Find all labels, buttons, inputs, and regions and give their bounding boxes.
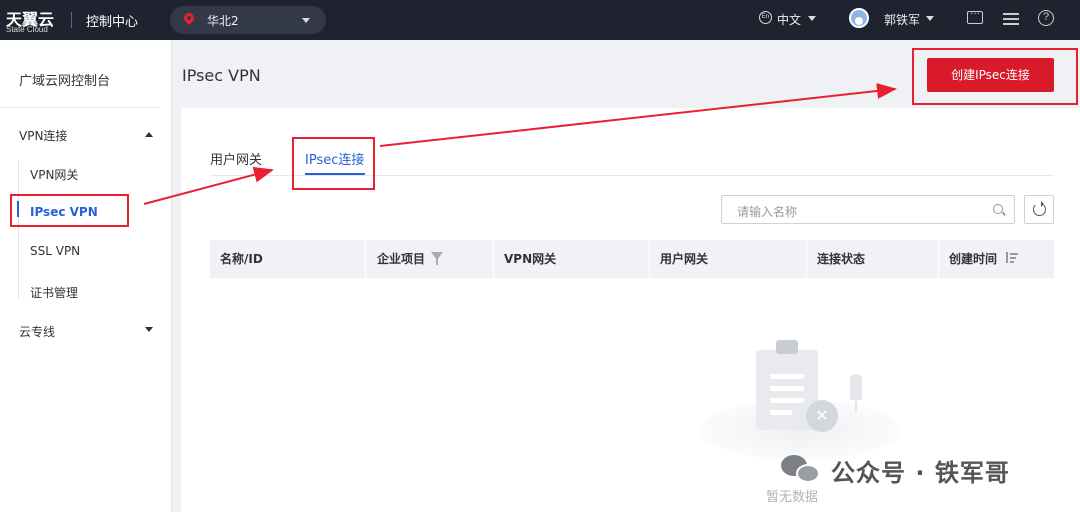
chevron-down-icon[interactable] <box>145 327 153 332</box>
column-vpn-gateway: VPN网关 <box>504 252 557 266</box>
column-separator <box>365 240 366 278</box>
page-title: IPsec VPN <box>182 66 261 85</box>
sidebar-item-ssl-vpn[interactable]: SSL VPN <box>30 244 80 258</box>
watermark-text: 公众号 · 铁军哥 <box>831 459 1010 487</box>
column-separator <box>806 240 807 278</box>
sidebar-title: 广域云网控制台 <box>19 74 111 89</box>
sidebar-item-vpn-gateway[interactable]: VPN网关 <box>30 166 78 183</box>
wechat-icon <box>781 453 821 483</box>
column-user-gateway: 用户网关 <box>660 252 709 266</box>
chevron-down-icon <box>926 16 934 21</box>
filter-icon[interactable] <box>431 252 443 265</box>
sort-icon[interactable] <box>1006 252 1018 264</box>
search-placeholder: 请输入名称 <box>737 205 798 219</box>
column-separator <box>938 240 939 278</box>
annotation-box-ipsec-tab <box>292 137 375 190</box>
sidebar-group-vpn[interactable]: VPN连接 <box>19 127 67 144</box>
refresh-button[interactable] <box>1024 195 1054 224</box>
column-created-time: 创建时间 <box>949 252 998 266</box>
logo-subtitle: State Cloud <box>6 25 48 34</box>
sidebar: 广域云网控制台 VPN连接 VPN网关 IPsec VPN SSL VPN 证书… <box>0 40 172 512</box>
console-title[interactable]: 控制中心 <box>86 11 138 30</box>
table-header: 名称/ID 企业项目 VPN网关 用户网关 连接状态 创建时间 <box>210 240 1054 278</box>
column-name-id: 名称/ID <box>220 252 263 266</box>
annotation-box-create-button <box>912 48 1078 105</box>
message-icon[interactable] <box>967 6 983 24</box>
search-input[interactable]: 请输入名称 <box>721 195 1015 224</box>
column-enterprise-project: 企业项目 <box>377 252 426 266</box>
chevron-down-icon <box>302 18 310 23</box>
chevron-down-icon <box>808 16 816 21</box>
user-menu[interactable]: 郭铁军 <box>884 11 920 28</box>
help-icon[interactable]: ? <box>1038 10 1054 26</box>
top-bar: 天翼云 State Cloud 控制中心 华北2 En 中文 郭铁军 ? <box>0 0 1080 40</box>
language-selector[interactable]: 中文 <box>777 11 801 28</box>
column-separator <box>493 240 494 278</box>
topbar-divider <box>71 12 72 28</box>
location-pin-icon <box>181 10 197 26</box>
refresh-icon <box>1033 201 1046 216</box>
search-icon[interactable] <box>993 204 1003 214</box>
empty-state-text: 暂无数据 <box>766 490 819 505</box>
logo[interactable]: 天翼云 State Cloud <box>6 4 66 36</box>
sidebar-divider <box>0 107 160 108</box>
sidebar-group-direct-connect[interactable]: 云专线 <box>19 323 55 340</box>
chevron-up-icon[interactable] <box>145 132 153 137</box>
region-selector[interactable]: 华北2 <box>170 6 326 34</box>
column-separator <box>649 240 650 278</box>
sidebar-tree-line <box>18 160 19 298</box>
region-label: 华北2 <box>207 14 239 28</box>
settings-icon[interactable] <box>1003 10 1019 26</box>
annotation-box-ipsec-vpn <box>10 194 129 227</box>
avatar[interactable] <box>849 8 869 28</box>
language-icon[interactable]: En <box>759 11 772 24</box>
sidebar-item-certificates[interactable]: 证书管理 <box>30 284 78 301</box>
tab-user-gateway[interactable]: 用户网关 <box>210 149 262 168</box>
column-connection-status: 连接状态 <box>817 252 866 266</box>
